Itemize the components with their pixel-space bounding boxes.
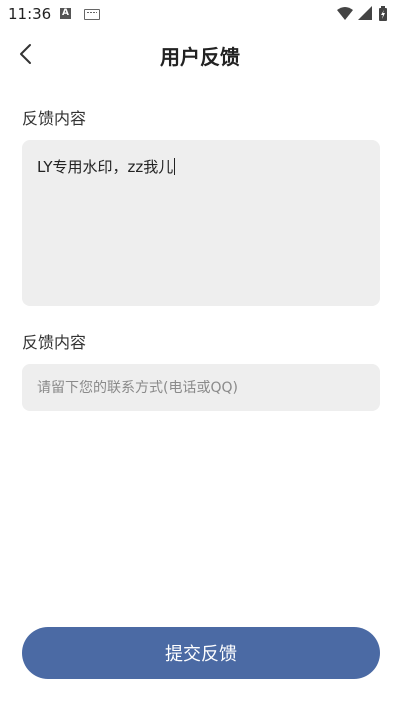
submit-feedback-button[interactable]: 提交反馈	[22, 627, 380, 679]
status-time: 11:36	[8, 5, 52, 23]
wifi-icon	[337, 7, 353, 20]
status-icons	[336, 5, 392, 23]
signal-icon	[358, 6, 372, 20]
battery-charging-icon	[379, 6, 387, 21]
feedback-content-textarea[interactable]: LY专用水印，zz我儿	[22, 140, 380, 306]
contact-label: 反馈内容	[22, 333, 87, 352]
status-bar: 11:36 A	[0, 0, 400, 28]
feedback-content-value: LY专用水印，zz我儿	[37, 158, 174, 176]
header: 用户反馈	[0, 28, 400, 80]
contact-field-container[interactable]	[22, 364, 380, 411]
android-icon: A	[60, 8, 71, 19]
text-cursor	[174, 158, 176, 175]
page-title: 用户反馈	[160, 45, 240, 69]
contact-input[interactable]	[37, 379, 365, 396]
feedback-content-label: 反馈内容	[22, 109, 87, 128]
keyboard-icon	[84, 9, 100, 20]
